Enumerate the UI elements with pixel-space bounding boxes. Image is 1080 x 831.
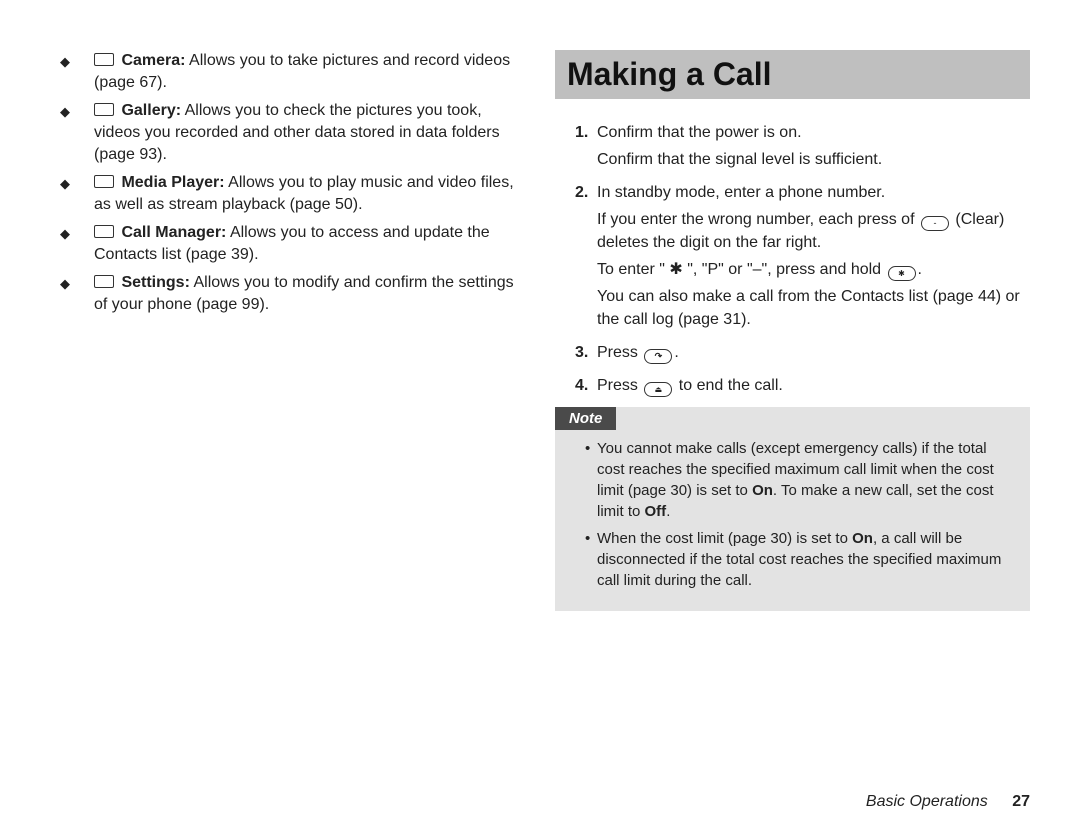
- settings-icon: [94, 275, 114, 288]
- item-label: Camera:: [121, 52, 185, 69]
- step-item: In standby mode, enter a phone number. I…: [575, 181, 1030, 331]
- text-fragment: To enter " ✱ ", "P" or "–", press and ho…: [597, 261, 886, 278]
- note-item: You cannot make calls (except emergency …: [585, 438, 1018, 522]
- contacts-icon: [94, 225, 114, 238]
- step-item: Press .: [575, 341, 1030, 364]
- feature-list: Camera: Allows you to take pictures and …: [40, 50, 525, 316]
- text-fragment: When the cost limit (page 30) is set to: [597, 530, 852, 547]
- step-item: Confirm that the power is on. Confirm th…: [575, 121, 1030, 171]
- bold-text: Off: [645, 503, 667, 520]
- step-text: To enter " ✱ ", "P" or "–", press and ho…: [597, 258, 1030, 281]
- note-label: Note: [555, 407, 616, 430]
- step-text: You can also make a call from the Contac…: [597, 285, 1030, 331]
- footer-label: Basic Operations: [866, 793, 988, 810]
- note-box: Note You cannot make calls (except emerg…: [555, 407, 1030, 611]
- right-column: Making a Call Confirm that the power is …: [555, 50, 1030, 611]
- list-item: Camera: Allows you to take pictures and …: [60, 50, 525, 94]
- item-label: Settings:: [121, 274, 189, 291]
- note-list: You cannot make calls (except emergency …: [567, 438, 1018, 591]
- text-fragment: Press: [597, 344, 642, 361]
- camera-icon: [94, 53, 114, 66]
- page-number: 27: [1012, 793, 1030, 810]
- steps-list: Confirm that the power is on. Confirm th…: [555, 121, 1030, 397]
- list-item: Gallery: Allows you to check the picture…: [60, 100, 525, 166]
- item-label: Media Player:: [121, 174, 224, 191]
- note-item: When the cost limit (page 30) is set to …: [585, 528, 1018, 591]
- item-label: Call Manager:: [121, 224, 226, 241]
- star-key-icon: [888, 266, 916, 281]
- bold-text: On: [752, 482, 773, 499]
- text-fragment: to end the call.: [674, 377, 783, 394]
- media-icon: [94, 175, 114, 188]
- item-label: Gallery:: [121, 102, 181, 119]
- left-column: Camera: Allows you to take pictures and …: [40, 50, 525, 611]
- step-text: In standby mode, enter a phone number.: [597, 184, 885, 201]
- text-fragment: .: [918, 261, 922, 278]
- text-fragment: .: [674, 344, 678, 361]
- page-content: Camera: Allows you to take pictures and …: [0, 0, 1080, 631]
- gallery-icon: [94, 103, 114, 116]
- clear-key-icon: [921, 216, 949, 231]
- text-fragment: Press: [597, 377, 642, 394]
- step-text: Confirm that the power is on.: [597, 124, 802, 141]
- step-text: If you enter the wrong number, each pres…: [597, 208, 1030, 254]
- step-item: Press to end the call.: [575, 374, 1030, 397]
- step-text: Confirm that the signal level is suffici…: [597, 148, 1030, 171]
- list-item: Settings: Allows you to modify and confi…: [60, 272, 525, 316]
- text-fragment: If you enter the wrong number, each pres…: [597, 211, 919, 228]
- section-heading: Making a Call: [555, 50, 1030, 99]
- text-fragment: .: [666, 503, 670, 520]
- list-item: Media Player: Allows you to play music a…: [60, 172, 525, 216]
- bold-text: On: [852, 530, 873, 547]
- page-footer: Basic Operations 27: [866, 793, 1030, 811]
- end-key-icon: [644, 382, 672, 397]
- call-key-icon: [644, 349, 672, 364]
- list-item: Call Manager: Allows you to access and u…: [60, 222, 525, 266]
